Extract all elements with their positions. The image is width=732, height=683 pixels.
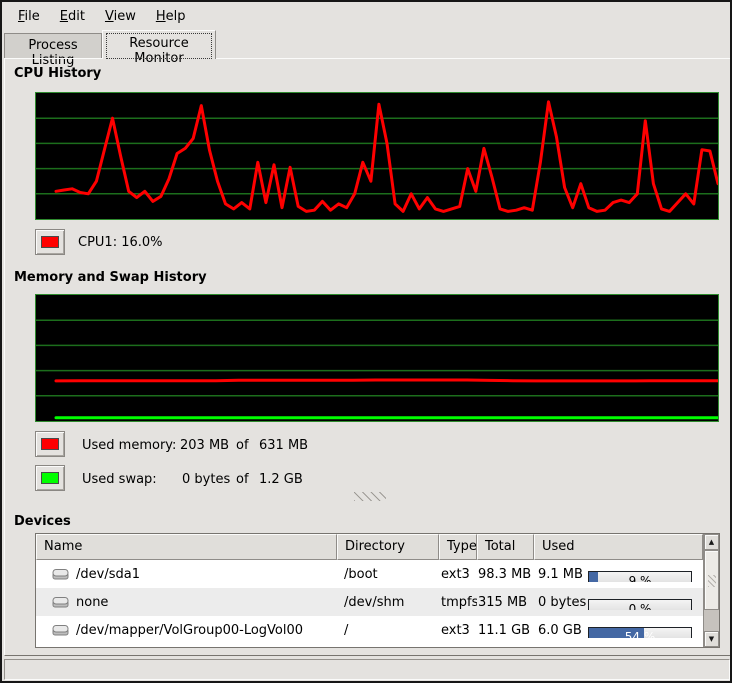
device-total: 315 MB: [477, 595, 534, 610]
column-header-total[interactable]: Total: [477, 534, 534, 560]
menu-help[interactable]: Help: [146, 5, 196, 28]
usage-percent-label: 0 %: [589, 600, 691, 610]
usage-progress-bar: 0 %: [588, 599, 692, 610]
cpu-color-button[interactable]: [35, 229, 65, 255]
column-header-type[interactable]: Type: [439, 534, 477, 560]
swap-legend-label: Used swap:: [82, 472, 157, 487]
device-total: 11.1 GB: [477, 623, 534, 638]
devices-title: Devices: [14, 514, 71, 529]
device-used: 6.0 GB: [538, 623, 582, 638]
memory-history-graph: [35, 294, 719, 422]
usage-progress-bar: 54 %: [588, 627, 692, 638]
device-used: 9.1 MB: [538, 567, 583, 582]
menu-view[interactable]: View: [95, 5, 146, 28]
device-name: none: [76, 595, 108, 610]
usage-progress-bar: 9 %: [588, 571, 692, 582]
memory-history-title: Memory and Swap History: [14, 270, 207, 285]
scrollbar-thumb-grip: [708, 575, 716, 587]
status-bar: [4, 659, 730, 680]
swap-color-swatch: [41, 472, 59, 484]
memory-color-button[interactable]: [35, 431, 65, 457]
tab-resource-monitor[interactable]: Resource Monitor: [102, 30, 216, 59]
usage-percent-label: 9 %: [589, 572, 691, 582]
device-total: 98.3 MB: [477, 567, 534, 582]
swap-used-value: 0 bytes: [182, 472, 230, 487]
devices-table-header: Name Directory Type Total Used: [36, 534, 703, 560]
scrollbar-up-icon[interactable]: ▲: [704, 534, 719, 550]
table-row-none[interactable]: none /dev/shm tmpfs 315 MB 0 bytes 0 %: [36, 588, 703, 616]
memory-history-chart: [36, 295, 718, 421]
swap-color-button[interactable]: [35, 465, 65, 491]
cpu-color-swatch: [41, 236, 59, 248]
menu-edit[interactable]: Edit: [50, 5, 95, 28]
memory-of-label: of: [236, 438, 249, 453]
table-scrollbar[interactable]: ▲ ▼: [703, 534, 719, 647]
device-used: 0 bytes: [538, 595, 586, 610]
cpu-history-graph: [35, 92, 719, 220]
device-directory: /boot: [337, 567, 439, 582]
column-header-name[interactable]: Name: [36, 534, 337, 560]
system-monitor-window: File Edit View Help Process Listing Reso…: [0, 0, 732, 683]
device-directory: /: [337, 623, 439, 638]
table-row-volgroup[interactable]: /dev/mapper/VolGroup00-LogVol00 / ext3 1…: [36, 616, 703, 644]
menubar: File Edit View Help: [2, 2, 730, 30]
device-type: tmpfs: [439, 595, 477, 610]
swap-total-value: 1.2 GB: [259, 472, 303, 487]
column-header-used[interactable]: Used: [534, 534, 703, 560]
table-row-dev-sda1[interactable]: /dev/sda1 /boot ext3 98.3 MB 9.1 MB 9 %: [36, 560, 703, 588]
cpu-legend-label: CPU1: 16.0%: [78, 235, 163, 250]
device-name: /dev/mapper/VolGroup00-LogVol00: [76, 623, 303, 638]
device-directory: /dev/shm: [337, 595, 439, 610]
memory-color-swatch: [41, 438, 59, 450]
device-type: ext3: [439, 567, 477, 582]
memory-legend-label: Used memory:: [82, 438, 176, 453]
disk-icon: [52, 624, 69, 637]
scrollbar-down-icon[interactable]: ▼: [704, 631, 719, 647]
menu-file[interactable]: File: [8, 5, 50, 28]
column-header-directory[interactable]: Directory: [337, 534, 439, 560]
disk-icon: [52, 596, 69, 609]
memory-total-value: 631 MB: [259, 438, 308, 453]
devices-table: Name Directory Type Total Used /dev/sda1…: [35, 533, 720, 648]
swap-of-label: of: [236, 472, 249, 487]
tab-process-listing[interactable]: Process Listing: [4, 33, 102, 59]
cpu-history-title: CPU History: [14, 66, 101, 81]
tab-resource-monitor-label: Resource Monitor: [129, 36, 189, 66]
device-type: ext3: [439, 623, 477, 638]
usage-percent-label: 54 %: [589, 628, 691, 638]
device-name: /dev/sda1: [76, 567, 140, 582]
memory-used-value: 203 MB: [180, 438, 229, 453]
scrollbar-thumb[interactable]: [704, 550, 719, 610]
pane-resize-grip[interactable]: [354, 492, 386, 501]
cpu-history-chart: [36, 93, 718, 219]
disk-icon: [52, 568, 69, 581]
